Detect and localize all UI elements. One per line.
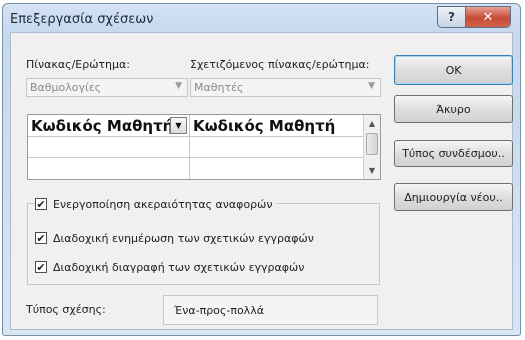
- create-new-button[interactable]: Δημιουργία νέου..: [394, 183, 513, 211]
- ok-button[interactable]: OK: [394, 55, 513, 85]
- dialog-title: Επεξεργασία σχέσεων: [10, 12, 154, 27]
- enforce-integrity-checkbox[interactable]: ✔: [35, 198, 47, 210]
- relationship-type-label: Τύπος σχέσης:: [26, 303, 106, 316]
- left-field-value: Κωδικός Μαθητή: [31, 117, 174, 135]
- left-field-cell-empty[interactable]: [28, 137, 190, 158]
- cascade-update-checkbox[interactable]: ✔: [35, 232, 47, 244]
- cascade-update-option[interactable]: ✔ Διαδοχική ενημέρωση των σχετικών εγγρα…: [35, 231, 314, 245]
- close-button[interactable]: ✕: [466, 7, 510, 27]
- cascade-delete-checkbox[interactable]: ✔: [35, 261, 47, 273]
- fields-grid: Κωδικός Μαθητή ▼ Κωδικός Μαθητή ▲ ▼: [27, 114, 381, 180]
- relationship-type-field: Ένα-προς-πολλά: [163, 295, 378, 325]
- table-query-label: Πίνακας/Ερώτημα:: [26, 58, 130, 71]
- related-table-query-value: Μαθητές: [194, 81, 244, 94]
- help-button[interactable]: ?: [438, 7, 466, 27]
- left-field-cell[interactable]: Κωδικός Μαθητή ▼: [28, 115, 190, 137]
- title-bar[interactable]: Επεξεργασία σχέσεων ? ✕: [2, 3, 521, 35]
- question-mark-icon: ?: [448, 10, 455, 24]
- grid-vertical-scrollbar[interactable]: ▲ ▼: [363, 115, 380, 179]
- related-table-query-label: Σχετιζόμενος πίνακας/ερώτημα:: [190, 58, 370, 71]
- relationship-type-value: Ένα-προς-πολλά: [174, 304, 264, 317]
- right-field-cell-empty[interactable]: [190, 137, 364, 158]
- left-field-cell-empty[interactable]: [28, 158, 190, 179]
- right-field-cell-empty[interactable]: [190, 158, 364, 179]
- caption-buttons: ? ✕: [437, 6, 511, 28]
- right-field-cell[interactable]: Κωδικός Μαθητή: [190, 115, 364, 137]
- scroll-thumb[interactable]: [366, 133, 378, 155]
- close-icon: ✕: [482, 9, 494, 25]
- cascade-update-label: Διαδοχική ενημέρωση των σχετικών εγγραφώ…: [53, 231, 314, 245]
- cascade-delete-label: Διαδοχική διαγραφή των σχετικών εγγραφών: [53, 260, 305, 274]
- field-dropdown-button[interactable]: ▼: [170, 117, 187, 134]
- edit-relationships-dialog: Επεξεργασία σχέσεων ? ✕ Πίνακας/Ερώτημα:…: [0, 0, 525, 340]
- table-query-combo[interactable]: Βαθμολογίες ▼: [26, 78, 188, 97]
- right-field-value: Κωδικός Μαθητή: [193, 117, 336, 135]
- cascade-delete-option[interactable]: ✔ Διαδοχική διαγραφή των σχετικών εγγραφ…: [35, 260, 304, 274]
- table-query-value: Βαθμολογίες: [30, 81, 102, 94]
- enforce-integrity-label: Ενεργοποίηση ακεραιότητας αναφορών: [53, 197, 273, 211]
- chevron-down-icon: ▼: [368, 81, 375, 91]
- related-table-query-combo[interactable]: Μαθητές ▼: [190, 78, 381, 97]
- enforce-integrity-option[interactable]: ✔ Ενεργοποίηση ακεραιότητας αναφορών: [35, 197, 276, 211]
- cancel-button[interactable]: Άκυρο: [394, 95, 513, 123]
- scroll-down-icon[interactable]: ▼: [364, 162, 380, 178]
- chevron-down-icon: ▼: [175, 121, 182, 130]
- chevron-down-icon: ▼: [175, 81, 182, 91]
- join-type-button[interactable]: Τύπος συνδέσμου..: [394, 140, 513, 167]
- scroll-up-icon[interactable]: ▲: [364, 115, 380, 131]
